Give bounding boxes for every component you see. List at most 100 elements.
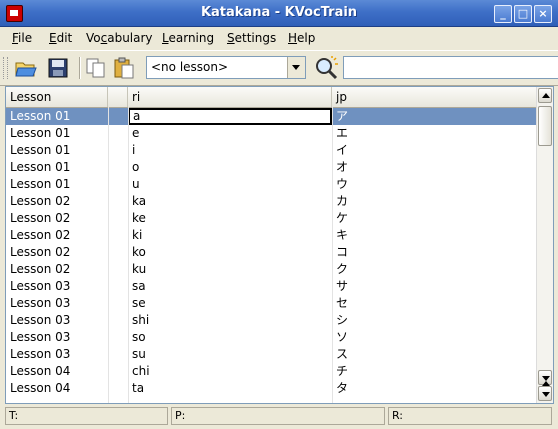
search-icon[interactable] bbox=[314, 56, 338, 80]
copy-icon[interactable] bbox=[84, 56, 108, 80]
cell-jp[interactable]: キ bbox=[332, 227, 536, 244]
cell-lesson[interactable]: Lesson 01 bbox=[6, 108, 108, 125]
cell-lesson[interactable]: Lesson 04 bbox=[6, 363, 108, 380]
cell-ri[interactable]: shi bbox=[128, 312, 332, 329]
cell-lesson[interactable]: Lesson 02 bbox=[6, 244, 108, 261]
cell-jp[interactable]: ウ bbox=[332, 176, 536, 193]
cell-ri[interactable]: ta bbox=[128, 380, 332, 397]
cell-lesson[interactable]: Lesson 01 bbox=[6, 176, 108, 193]
table-row[interactable]: Lesson 03 su ス bbox=[6, 346, 536, 363]
scrollbar-thumb[interactable] bbox=[538, 106, 552, 146]
cell-lesson[interactable]: Lesson 03 bbox=[6, 312, 108, 329]
toolbar-grip[interactable] bbox=[3, 57, 8, 79]
cell-ri-editor[interactable]: a bbox=[128, 108, 332, 125]
table-row[interactable]: Lesson 03 sa サ bbox=[6, 278, 536, 295]
paste-icon[interactable] bbox=[112, 56, 136, 80]
cell-jp[interactable]: ス bbox=[332, 346, 536, 363]
table-row[interactable]: Lesson 02 ka カ bbox=[6, 193, 536, 210]
cell-ri[interactable]: ko bbox=[128, 244, 332, 261]
table-row[interactable]: Lesson 01 o オ bbox=[6, 159, 536, 176]
save-icon[interactable] bbox=[46, 56, 70, 80]
cell-lesson[interactable]: Lesson 01 bbox=[6, 125, 108, 142]
table-row[interactable]: Lesson 02 ki キ bbox=[6, 227, 536, 244]
cell-ri[interactable]: i bbox=[128, 142, 332, 159]
table-row[interactable]: Lesson 01 e エ bbox=[6, 125, 536, 142]
cell-lesson[interactable]: Lesson 02 bbox=[6, 227, 108, 244]
cell-lesson[interactable]: Lesson 03 bbox=[6, 329, 108, 346]
cell-ri[interactable]: e bbox=[128, 125, 332, 142]
table-row[interactable]: Lesson 03 so ソ bbox=[6, 329, 536, 346]
cell-lesson[interactable]: Lesson 02 bbox=[6, 261, 108, 278]
table-row[interactable]: Lesson 02 ko コ bbox=[6, 244, 536, 261]
cell-jp[interactable]: コ bbox=[332, 244, 536, 261]
cell-ri[interactable]: ke bbox=[128, 210, 332, 227]
cell-jp[interactable]: ケ bbox=[332, 210, 536, 227]
cell-ri[interactable]: ki bbox=[128, 227, 332, 244]
column-divider bbox=[128, 107, 129, 403]
table-row[interactable]: Lesson 03 shi シ bbox=[6, 312, 536, 329]
cell-ri[interactable]: ku bbox=[128, 261, 332, 278]
cell-jp[interactable]: サ bbox=[332, 278, 536, 295]
cell-lesson[interactable]: Lesson 04 bbox=[6, 380, 108, 397]
chevron-down-icon[interactable] bbox=[287, 57, 305, 78]
search-input[interactable] bbox=[343, 56, 558, 79]
table-row[interactable]: Lesson 02 ku ク bbox=[6, 261, 536, 278]
table-row[interactable]: Lesson 01 u ウ bbox=[6, 176, 536, 193]
column-header-lesson[interactable]: Lesson bbox=[6, 87, 108, 107]
scroll-up-arrow-icon[interactable] bbox=[538, 88, 552, 103]
menu-help[interactable]: Help bbox=[288, 31, 315, 45]
cell-jp[interactable]: ク bbox=[332, 261, 536, 278]
cell-lesson[interactable]: Lesson 03 bbox=[6, 295, 108, 312]
column-header-state[interactable] bbox=[108, 87, 128, 107]
cell-jp[interactable]: エ bbox=[332, 125, 536, 142]
cell-lesson[interactable]: Lesson 01 bbox=[6, 142, 108, 159]
cell-ri[interactable]: su bbox=[128, 346, 332, 363]
cell-lesson[interactable]: Lesson 02 bbox=[6, 210, 108, 227]
cell-jp[interactable]: セ bbox=[332, 295, 536, 312]
table-row[interactable]: Lesson 01 i イ bbox=[6, 142, 536, 159]
cell-ri[interactable]: u bbox=[128, 176, 332, 193]
cell-ri[interactable]: ka bbox=[128, 193, 332, 210]
menu-learning[interactable]: Learning bbox=[162, 31, 214, 45]
table-row[interactable]: Lesson 04 ta タ bbox=[6, 380, 536, 397]
cell-jp[interactable]: イ bbox=[332, 142, 536, 159]
cell-jp[interactable]: ソ bbox=[332, 329, 536, 346]
table-row[interactable]: Lesson 01 a ア bbox=[6, 108, 536, 125]
open-file-icon[interactable] bbox=[14, 56, 38, 80]
table-row[interactable]: Lesson 03 se セ bbox=[6, 295, 536, 312]
scroll-up-arrow-icon[interactable] bbox=[538, 370, 552, 386]
vertical-scrollbar[interactable] bbox=[536, 87, 553, 403]
menu-edit[interactable]: Edit bbox=[49, 31, 72, 45]
status-r: R: bbox=[388, 407, 552, 425]
table-row[interactable]: Lesson 02 ke ケ bbox=[6, 210, 536, 227]
cell-ri[interactable]: so bbox=[128, 329, 332, 346]
column-header-ri[interactable]: ri bbox=[128, 87, 332, 107]
cell-jp[interactable]: カ bbox=[332, 193, 536, 210]
column-header-jp[interactable]: jp bbox=[332, 87, 536, 107]
cell-jp[interactable]: チ bbox=[332, 363, 536, 380]
cell-jp[interactable]: シ bbox=[332, 312, 536, 329]
lesson-combo-value: <no lesson> bbox=[151, 60, 229, 74]
window-title: Katakana - KVocTrain bbox=[200, 5, 358, 20]
cell-jp[interactable]: オ bbox=[332, 159, 536, 176]
cell-lesson[interactable]: Lesson 03 bbox=[6, 278, 108, 295]
minimize-button[interactable]: _ bbox=[494, 5, 512, 23]
cell-ri[interactable]: chi bbox=[128, 363, 332, 380]
scroll-down-arrow-icon[interactable] bbox=[538, 386, 552, 401]
cell-lesson[interactable]: Lesson 03 bbox=[6, 346, 108, 363]
cell-jp[interactable]: ア bbox=[332, 108, 536, 125]
cell-ri[interactable]: se bbox=[128, 295, 332, 312]
menu-settings[interactable]: Settings bbox=[227, 31, 276, 45]
cell-ri[interactable]: sa bbox=[128, 278, 332, 295]
close-button[interactable]: × bbox=[534, 5, 552, 23]
cell-ri[interactable]: o bbox=[128, 159, 332, 176]
vocabulary-table[interactable]: Lesson ri jp Lesson 01 a ア Lesson 01 e エ Lesso… bbox=[5, 86, 554, 404]
cell-lesson[interactable]: Lesson 02 bbox=[6, 193, 108, 210]
menu-file[interactable]: File bbox=[12, 31, 32, 45]
cell-jp[interactable]: タ bbox=[332, 380, 536, 397]
maximize-button[interactable]: □ bbox=[514, 5, 532, 23]
table-row[interactable]: Lesson 04 chi チ bbox=[6, 363, 536, 380]
cell-lesson[interactable]: Lesson 01 bbox=[6, 159, 108, 176]
menu-vocabulary[interactable]: Vocabulary bbox=[86, 31, 153, 45]
lesson-combo[interactable]: <no lesson> bbox=[146, 56, 306, 79]
